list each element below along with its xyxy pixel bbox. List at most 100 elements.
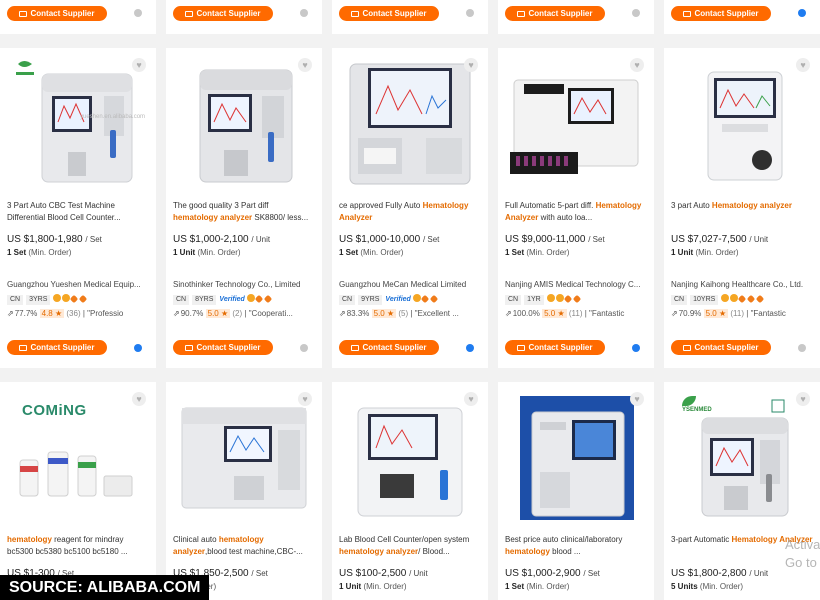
gold-medal-icon [412, 294, 421, 302]
product-column-1: Contact Supplier ♥ yueshen.en.alibaba.co… [0, 0, 156, 600]
star-icon: ★ [557, 309, 565, 318]
chat-status-icon[interactable] [134, 344, 142, 352]
product-price: US $1,800-1,980 / Set [7, 234, 102, 245]
years-badge: 9YRS [358, 295, 383, 305]
chat-status-icon[interactable] [300, 344, 308, 352]
response-rate-icon: ⇗ [7, 309, 14, 318]
chat-status-icon[interactable] [632, 9, 640, 17]
contact-supplier-button[interactable]: Contact Supplier [173, 340, 273, 355]
min-order: 1 Unit (Min. Order) [339, 582, 407, 591]
chat-status-icon[interactable] [632, 344, 640, 352]
favorite-heart-icon[interactable]: ♥ [298, 392, 312, 406]
chat-status-icon[interactable] [798, 9, 806, 17]
diamond-icon [572, 294, 581, 304]
product-title[interactable]: Clinical auto hematology analyzer,blood … [173, 534, 315, 558]
favorite-heart-icon[interactable]: ♥ [464, 58, 478, 72]
favorite-heart-icon[interactable]: ♥ [630, 392, 644, 406]
chat-status-icon[interactable] [466, 9, 474, 17]
supplier-badges: CN 10YRS [671, 294, 766, 306]
chat-status-icon[interactable] [134, 9, 142, 17]
product-price: US $1,000-2,900 / Set [505, 568, 600, 579]
rating-score: 4.8 ★ [39, 309, 65, 318]
supplier-name[interactable]: Guangzhou MeCan Medical Limited [339, 280, 481, 289]
product-title[interactable]: 3 part Auto Hematology analyzer [671, 200, 813, 224]
product-card[interactable]: ♥ COMiNG hematology reagent for mindray … [0, 382, 156, 600]
supplier-badges: CN 8YRS Verified [173, 294, 274, 306]
product-image[interactable] [506, 390, 646, 525]
contact-supplier-button[interactable]: Contact Supplier [671, 340, 771, 355]
chat-status-icon[interactable] [300, 9, 308, 17]
product-title[interactable]: Full Automatic 5-part diff. Hematology A… [505, 200, 647, 224]
product-image[interactable] [672, 56, 812, 191]
contact-supplier-button[interactable]: Contact Supplier [7, 6, 107, 21]
product-image[interactable] [506, 56, 646, 191]
contact-supplier-button[interactable]: Contact Supplier [505, 340, 605, 355]
favorite-heart-icon[interactable]: ♥ [298, 58, 312, 72]
supplier-name[interactable]: Nanjing AMIS Medical Technology C... [505, 280, 647, 289]
country-badge: CN [173, 295, 190, 305]
envelope-icon [351, 11, 360, 17]
product-price: US $7,027-7,500 / Unit [671, 234, 769, 245]
chat-status-icon[interactable] [798, 344, 806, 352]
favorite-heart-icon[interactable]: ♥ [796, 58, 810, 72]
product-title[interactable]: 3 Part Auto CBC Test Machine Differentia… [7, 200, 149, 224]
min-order: 1 Unit (Min. Order) [671, 248, 739, 257]
product-card[interactable]: ♥ The good quality 3 Part diff hematolog… [166, 48, 322, 368]
product-title[interactable]: ce approved Fully Auto Hematology Analyz… [339, 200, 481, 224]
product-image[interactable] [340, 390, 480, 525]
favorite-heart-icon[interactable]: ♥ [132, 392, 146, 406]
supplier-name[interactable]: Guangzhou Yueshen Medical Equip... [7, 280, 149, 289]
min-order: 1 Set (Min. Order) [7, 248, 72, 257]
years-badge: 1YR [524, 295, 544, 305]
contact-supplier-button[interactable]: Contact Supplier [173, 6, 273, 21]
product-title[interactable]: hematology reagent for mindray bc5300 bc… [7, 534, 149, 558]
product-image[interactable]: YSENMED [672, 390, 812, 525]
star-icon: ★ [54, 309, 63, 318]
envelope-icon [517, 345, 526, 351]
product-card[interactable]: ♥ Full Automatic 5-part diff. Hematology… [498, 48, 654, 368]
product-card-top: Contact Supplier [664, 0, 820, 34]
diamond-icon [429, 294, 439, 304]
rating-score: 5.0 ★ [205, 309, 231, 318]
product-price: US $1,000-10,000 / Set [339, 234, 440, 245]
product-card[interactable]: ♥ ce approved Fully Auto Hematology Anal… [332, 48, 488, 368]
product-card[interactable]: ♥ Lab Blood Cell Counter/open system hem… [332, 382, 488, 600]
supplier-name[interactable]: Nanjing Kaihong Healthcare Co., Ltd. [671, 280, 813, 289]
gold-medal-icon [721, 294, 730, 302]
years-badge: 3YRS [26, 295, 51, 305]
contact-supplier-button[interactable]: Contact Supplier [339, 340, 439, 355]
product-image[interactable] [174, 56, 314, 191]
favorite-heart-icon[interactable]: ♥ [796, 392, 810, 406]
favorite-heart-icon[interactable]: ♥ [132, 58, 146, 72]
product-image[interactable] [340, 56, 480, 191]
envelope-icon [683, 345, 692, 351]
supplier-badges: CN 3YRS [7, 294, 89, 306]
product-title[interactable]: The good quality 3 Part diff hematology … [173, 200, 315, 224]
gold-medal-icon [53, 294, 62, 302]
country-badge: CN [339, 295, 356, 305]
product-image[interactable] [174, 390, 314, 525]
favorite-heart-icon[interactable]: ♥ [464, 392, 478, 406]
product-card[interactable]: ♥ yueshen.en.alibaba.com 3 Part Auto CBC… [0, 48, 156, 368]
product-image[interactable]: yueshen.en.alibaba.com [8, 56, 148, 191]
rating-score: 5.0 ★ [542, 309, 567, 318]
product-title[interactable]: Best price auto clinical/laboratory hema… [505, 534, 647, 558]
contact-supplier-button[interactable]: Contact Supplier [505, 6, 605, 21]
gold-medal-icon [555, 294, 564, 302]
supplier-name[interactable]: Sinothinker Technology Co., Limited [173, 280, 315, 289]
contact-supplier-button[interactable]: Contact Supplier [7, 340, 107, 355]
contact-supplier-button[interactable]: Contact Supplier [671, 6, 771, 21]
activate-windows-watermark: Activate Go to Setti [785, 537, 820, 570]
product-card[interactable]: ♥ 3 part Auto Hematology analyzer US $7,… [664, 48, 820, 368]
product-card[interactable]: ♥ Best price auto clinical/laboratory he… [498, 382, 654, 600]
product-card[interactable]: ♥ Clinical auto hematology analyzer,bloo… [166, 382, 322, 600]
gold-medal-icon [246, 294, 255, 302]
chat-status-icon[interactable] [466, 344, 474, 352]
response-rate-icon: ⇗ [671, 309, 678, 318]
svg-text:yueshen.en.alibaba.com: yueshen.en.alibaba.com [80, 114, 145, 120]
contact-supplier-button[interactable]: Contact Supplier [339, 6, 439, 21]
product-image[interactable]: COMiNG [8, 390, 148, 525]
product-column-3: Contact Supplier ♥ ce approved Fully Aut… [332, 0, 488, 600]
product-title[interactable]: Lab Blood Cell Counter/open system hemat… [339, 534, 481, 558]
favorite-heart-icon[interactable]: ♥ [630, 58, 644, 72]
